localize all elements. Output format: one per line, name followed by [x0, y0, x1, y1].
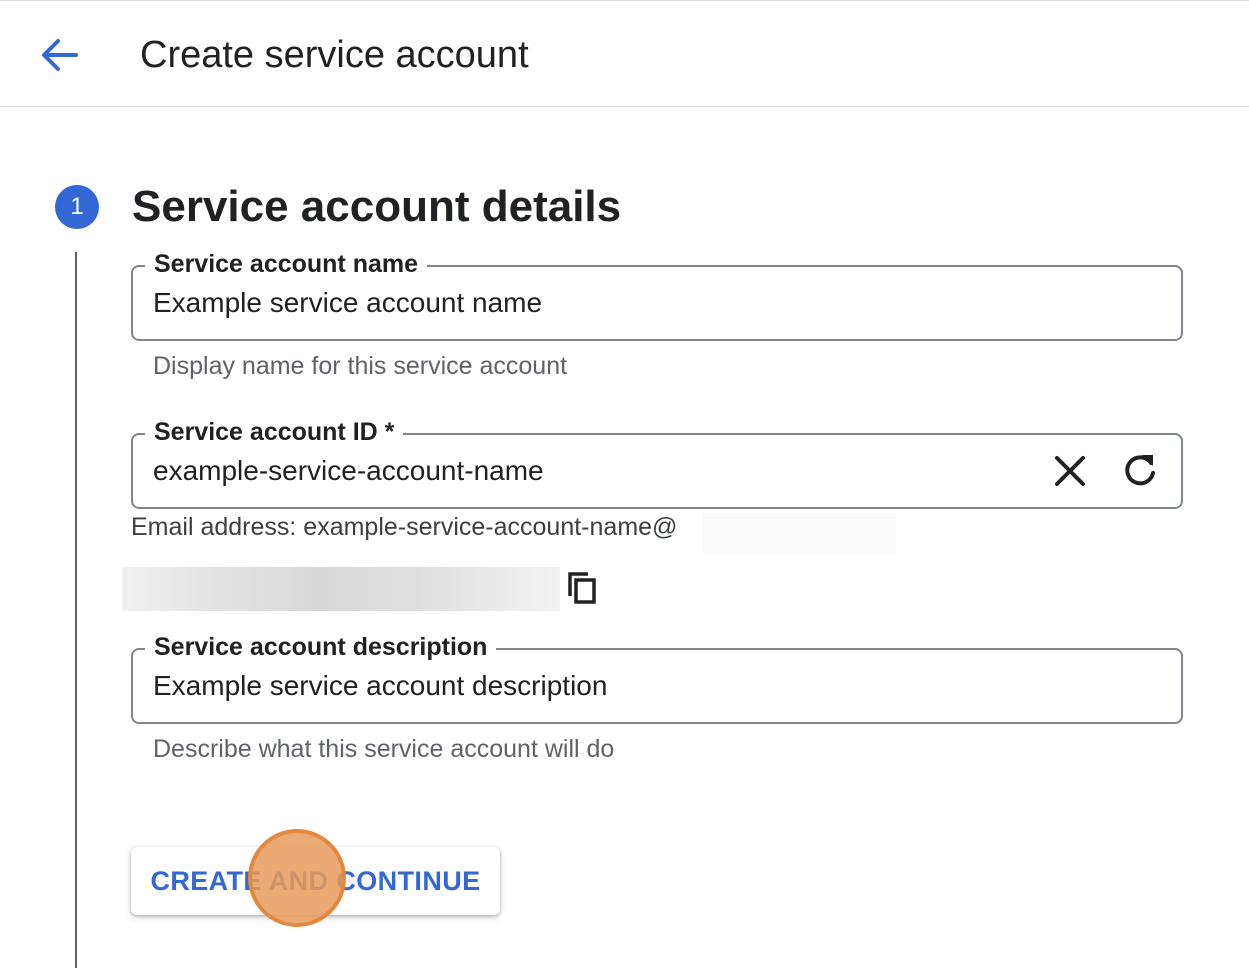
- service-account-description-label: Service account description: [145, 631, 497, 663]
- email-address: Email address: example-service-account-n…: [131, 513, 678, 541]
- page-title: Create service account: [140, 34, 529, 76]
- service-account-description-input[interactable]: Example service account description: [153, 668, 607, 704]
- service-account-id-field[interactable]: Service account ID * example-service-acc…: [131, 416, 1183, 509]
- close-icon[interactable]: [1048, 449, 1092, 493]
- service-account-description-hint: Describe what this service account will …: [153, 735, 615, 763]
- service-account-id-label: Service account ID *: [145, 416, 404, 448]
- redacted-domain-continued: [122, 567, 560, 611]
- service-account-id-input[interactable]: example-service-account-name: [153, 453, 544, 489]
- redacted-domain: [702, 513, 896, 553]
- service-account-name-hint: Display name for this service account: [153, 352, 568, 380]
- stepper-line: [75, 252, 77, 968]
- service-account-name-input[interactable]: Example service account name: [153, 285, 542, 321]
- click-indicator: [248, 829, 346, 927]
- refresh-icon[interactable]: [1118, 449, 1162, 493]
- step-title: Service account details: [132, 182, 622, 231]
- copy-icon[interactable]: [565, 570, 601, 606]
- arrow-back-icon[interactable]: [36, 31, 84, 79]
- top-app-bar: Create service account: [0, 0, 1249, 107]
- service-account-description-field[interactable]: Service account description Example serv…: [131, 631, 1183, 724]
- service-account-name-label: Service account name: [145, 248, 428, 280]
- service-account-name-field[interactable]: Service account name Example service acc…: [131, 248, 1183, 341]
- step-number-badge: 1: [55, 185, 99, 229]
